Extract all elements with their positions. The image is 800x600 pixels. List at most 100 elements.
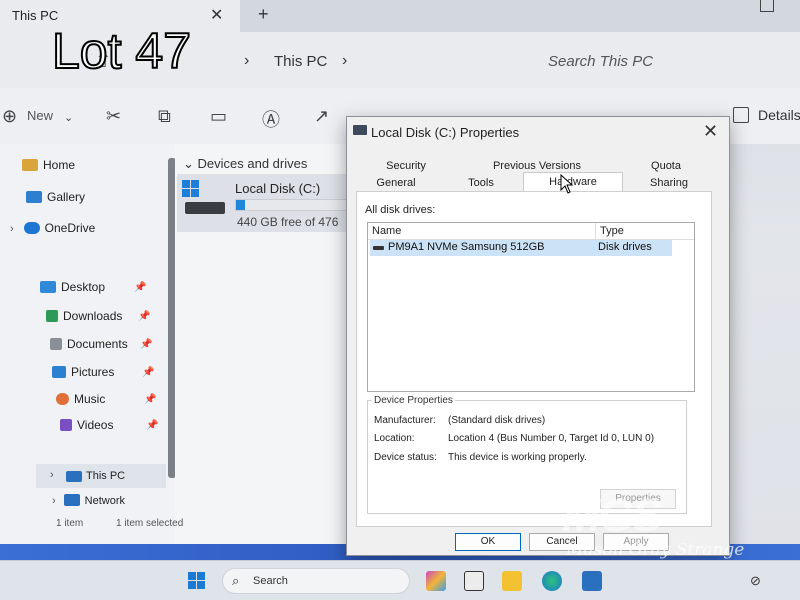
share-icon[interactable]: ↗ bbox=[314, 106, 329, 127]
location-value: Location 4 (Bus Number 0, Target Id 0, L… bbox=[448, 433, 655, 444]
sidebar-item-label: Desktop bbox=[61, 280, 106, 294]
breadcrumb-expand-icon[interactable]: › bbox=[342, 52, 347, 70]
status-bar: 1 item 1 item selected bbox=[40, 512, 360, 534]
windows-logo-icon bbox=[182, 180, 200, 198]
manufacturer-label: Manufacturer: bbox=[374, 415, 436, 426]
tab-sharing[interactable]: Sharing bbox=[625, 174, 713, 192]
pin-icon[interactable]: 📌 bbox=[146, 420, 158, 431]
chevron-right-icon[interactable]: › bbox=[10, 223, 14, 235]
column-header-type[interactable]: Type bbox=[600, 225, 624, 237]
sidebar-item-label: This PC bbox=[86, 470, 126, 482]
sidebar-item-music[interactable]: Music bbox=[56, 392, 105, 406]
device-status-label: Device status: bbox=[374, 452, 437, 463]
sidebar-item-pictures[interactable]: Pictures bbox=[52, 365, 114, 379]
drive-icon bbox=[353, 125, 367, 135]
start-button-icon[interactable] bbox=[188, 572, 206, 590]
column-header-name[interactable]: Name bbox=[372, 225, 401, 237]
breadcrumb-chevron-icon[interactable]: › bbox=[244, 52, 249, 70]
rename-icon[interactable]: Ⓐ bbox=[262, 106, 280, 132]
content-pane: ⌄ Devices and drives Local Disk (C:) 440… bbox=[175, 144, 360, 544]
sidebar-item-this-pc[interactable]: › This PC bbox=[36, 464, 166, 488]
navigation-pane: Home Gallery › OneDrive Desktop 📌 Downloa… bbox=[0, 144, 176, 544]
sidebar-item-gallery[interactable]: Gallery bbox=[26, 190, 85, 204]
pin-icon[interactable]: 📌 bbox=[142, 367, 154, 378]
sidebar-item-label: Videos bbox=[77, 418, 114, 432]
dialog-title: Local Disk (C:) Properties bbox=[371, 125, 520, 140]
lot-label: Lot 47 bbox=[51, 22, 192, 80]
paste-icon[interactable]: ▭ bbox=[210, 106, 227, 127]
tab-tools[interactable]: Tools bbox=[439, 174, 523, 192]
pin-icon[interactable]: 📌 bbox=[144, 394, 156, 405]
sidebar-item-downloads[interactable]: Downloads bbox=[46, 309, 122, 323]
tab-quota[interactable]: Quota bbox=[617, 157, 715, 175]
breadcrumb-this-pc[interactable]: This PC bbox=[274, 53, 327, 70]
watermark: MGS Mason Gray Strange bbox=[562, 488, 757, 560]
watermark-name: Mason Gray Strange bbox=[566, 540, 745, 560]
store-icon[interactable] bbox=[582, 571, 602, 591]
mouse-pointer-icon bbox=[560, 174, 574, 194]
details-pane-icon[interactable] bbox=[733, 107, 749, 123]
search-placeholder: Search This PC bbox=[548, 53, 654, 70]
sidebar-item-desktop[interactable]: Desktop bbox=[40, 280, 105, 294]
maximize-icon[interactable] bbox=[760, 0, 774, 12]
sidebar-item-documents[interactable]: Documents bbox=[50, 337, 128, 351]
cloud-icon bbox=[23, 222, 40, 234]
new-tab-icon[interactable]: + bbox=[258, 4, 269, 25]
copilot-icon[interactable] bbox=[426, 571, 446, 591]
copy-icon[interactable]: ⧉ bbox=[158, 106, 171, 127]
chevron-down-icon[interactable]: ⌄ bbox=[64, 111, 73, 124]
task-view-icon[interactable] bbox=[464, 571, 484, 591]
network-icon bbox=[63, 494, 80, 506]
sidebar-item-network[interactable]: › Network bbox=[52, 494, 125, 507]
desktop-icon bbox=[40, 281, 56, 293]
pin-icon[interactable]: 📌 bbox=[134, 282, 146, 293]
download-icon bbox=[46, 310, 58, 322]
pictures-icon bbox=[52, 366, 66, 378]
disk-drives-list[interactable]: Name Type PM9A1 NVMe Samsung 512GB Disk … bbox=[367, 222, 695, 392]
edge-browser-icon[interactable] bbox=[542, 571, 562, 591]
drive-type: Disk drives bbox=[598, 241, 652, 253]
file-explorer-icon[interactable] bbox=[502, 571, 522, 591]
column-divider[interactable] bbox=[595, 223, 596, 239]
home-icon bbox=[22, 159, 38, 171]
sidebar-item-label: Pictures bbox=[71, 365, 115, 379]
sidebar-item-label: OneDrive bbox=[44, 221, 96, 235]
new-button[interactable]: New bbox=[27, 108, 53, 123]
sidebar-item-home[interactable]: Home bbox=[22, 158, 75, 172]
pin-icon[interactable]: 📌 bbox=[138, 311, 150, 322]
drive-usage-fill bbox=[236, 200, 246, 210]
drive-tile-c[interactable]: Local Disk (C:) 440 GB free of 476 bbox=[177, 174, 357, 232]
taskbar-search-input[interactable]: ⌕ Search bbox=[222, 568, 410, 594]
tab-general[interactable]: General bbox=[355, 174, 437, 192]
new-plus-icon[interactable]: ⊕ bbox=[2, 106, 17, 127]
search-icon: ⌕ bbox=[232, 573, 240, 588]
selected-count: 1 item selected bbox=[116, 518, 184, 529]
taskbar-search-placeholder: Search bbox=[253, 575, 288, 587]
sidebar-item-videos[interactable]: Videos bbox=[60, 418, 113, 432]
sidebar-item-label: Home bbox=[43, 158, 76, 172]
close-icon[interactable]: ✕ bbox=[703, 121, 718, 142]
disk-drive-icon bbox=[373, 246, 384, 250]
drive-usage-bar bbox=[235, 199, 355, 211]
section-header[interactable]: ⌄ Devices and drives bbox=[183, 156, 307, 172]
details-button[interactable]: Details bbox=[758, 107, 800, 123]
sidebar-item-onedrive[interactable]: › OneDrive bbox=[10, 221, 95, 235]
ok-button[interactable]: OK bbox=[455, 533, 521, 551]
search-input[interactable]: Search This PC bbox=[540, 46, 795, 78]
watermark-logo: MGS bbox=[562, 489, 663, 541]
device-properties-label: Device Properties bbox=[372, 395, 455, 406]
sidebar-item-label: Documents bbox=[67, 337, 128, 351]
tab-title: This PC bbox=[12, 8, 59, 23]
sidebar-item-label: Gallery bbox=[47, 190, 86, 204]
close-tab-icon[interactable]: ✕ bbox=[210, 5, 223, 25]
chevron-right-icon[interactable]: › bbox=[50, 469, 54, 481]
sidebar-item-label: Network bbox=[84, 495, 126, 507]
list-item[interactable]: PM9A1 NVMe Samsung 512GB Disk drives bbox=[370, 240, 672, 256]
chevron-right-icon[interactable]: › bbox=[52, 495, 56, 507]
cut-icon[interactable]: ✂ bbox=[106, 106, 121, 127]
pin-icon[interactable]: 📌 bbox=[140, 339, 152, 350]
network-status-icon[interactable]: ⊘ bbox=[750, 573, 761, 589]
drive-model: PM9A1 NVMe Samsung 512GB bbox=[388, 241, 545, 253]
tab-security[interactable]: Security bbox=[355, 157, 457, 175]
all-disk-drives-label: All disk drives: bbox=[365, 204, 436, 216]
